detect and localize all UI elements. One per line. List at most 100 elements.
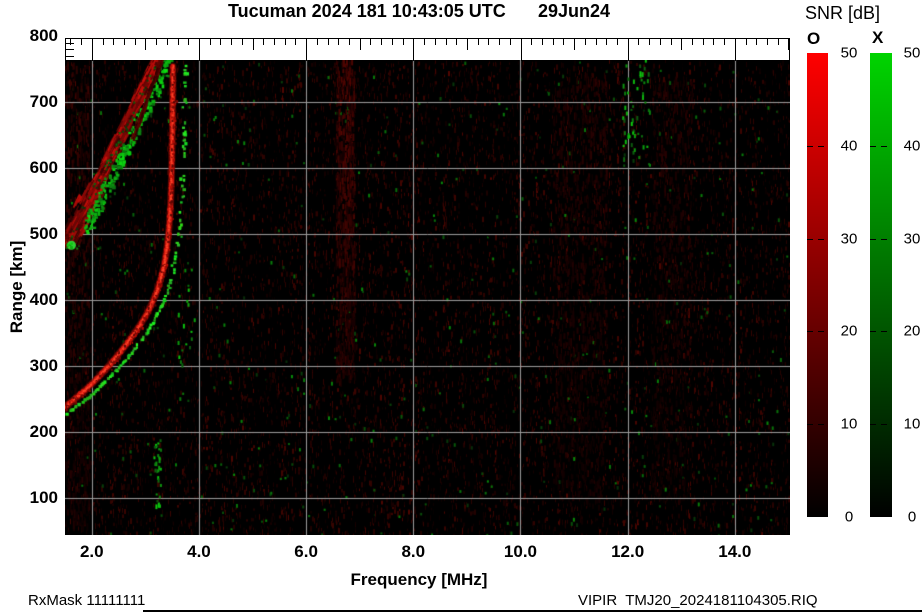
x-tick-mark [509,39,511,45]
colorbar-tick-dash [807,239,813,240]
x-tick-mark [734,39,736,61]
colorbar-tick-dash [807,424,813,425]
colorbar-x-tick-label: 40 [903,137,921,155]
x-tick-mark [713,39,715,45]
colorbar-x-tick-label: 50 [903,44,921,62]
colorbar-o-tick-label: 20 [840,322,858,340]
x-tick-mark [231,39,233,45]
x-tick-mark [145,39,147,50]
colorbar-o-tick-label: 30 [840,230,858,248]
colorbar-tick-dash [807,331,813,332]
colorbar-x-label: X [872,28,884,47]
x-tick-mark [241,39,243,45]
y-tick-label: 300 [29,356,58,375]
ionogram-canvas [65,60,790,535]
x-tick-mark [777,39,779,45]
x-tick-mark [466,39,468,50]
x-tick-mark [349,39,350,45]
colorbar-tick-dash [807,146,813,147]
colorbar-tick-dash [818,146,824,147]
x-tick-mark [156,39,158,45]
x-tick-mark [177,39,179,45]
y-tick-label: 800 [29,26,58,45]
x-tick-mark [541,39,543,45]
colorbar-tick-dash [818,424,824,425]
colorbar-x-tick-label: 30 [903,230,921,248]
colorbar-tick-dash [818,331,824,332]
x-tick-mark [456,39,458,45]
x-tick-label: 4.0 [187,542,211,561]
bottom-divider [143,610,922,612]
x-tick-label: 10.0 [503,542,538,561]
x-tick-mark [520,39,522,61]
x-tick-mark [413,39,415,61]
x-tick-label: 8.0 [401,542,426,561]
colorbar-o-tick-label: 0 [844,508,854,526]
y-tick-mark [66,49,74,51]
y-tick-label: 200 [29,422,58,441]
x-tick-mark [252,39,254,50]
plot-title: Tucuman 2024 181 10:43:05 UTC [228,1,506,21]
colorbar-x-gradient [870,53,892,517]
x-tick-mark [113,39,115,45]
x-tick-mark [199,39,200,61]
x-tick-mark [767,39,768,45]
x-tick-mark [424,39,425,45]
x-tick-label: 6.0 [294,542,318,561]
x-tick-mark [574,39,576,50]
x-tick-mark [166,39,168,45]
colorbar-tick-dash [881,331,887,332]
colorbar-tick-dash [870,424,876,425]
x-tick-mark [616,39,618,45]
x-tick-mark [659,39,661,45]
x-tick-mark [445,39,447,45]
x-tick-mark [681,39,683,50]
filename-text: VIPIR TMJ20_2024181104305.RIQ [578,592,818,609]
x-tick-mark [531,39,533,45]
x-tick-mark [359,39,361,50]
x-tick-mark [209,39,211,45]
colorbar-x-tick-label: 20 [903,322,921,340]
x-tick-mark [102,39,104,45]
ionogram-page: { "title": { "text": "Tucuman 2024 181 1… [0,0,922,614]
x-tick-mark [724,39,726,45]
plot-title-date: 29Jun24 [538,1,611,21]
colorbar-o-label: O [807,29,821,48]
x-tick-mark [338,39,340,45]
x-tick-mark [606,39,608,45]
x-tick-mark [391,39,393,45]
x-tick-mark [488,39,490,45]
x-tick-mark [756,39,758,45]
x-tick-mark [327,39,329,45]
x-tick-mark [499,39,500,45]
x-tick-label: 12.0 [611,542,645,561]
y-tick-label: 100 [29,488,58,507]
colorbar-tick-dash [870,146,876,147]
y-tick-label: 700 [29,92,58,111]
colorbar-o-tick-label: 10 [840,415,858,433]
colorbar-tick-dash [870,331,876,332]
x-tick-mark [402,39,404,45]
x-tick-mark [434,39,436,45]
x-tick-mark [284,39,286,45]
x-tick-mark [370,39,372,45]
colorbar-x-tick-label: 10 [903,415,921,433]
colorbar-o-gradient [807,53,828,517]
colorbar-x-tick-label: 0 [907,508,917,526]
x-tick-mark [595,39,597,45]
x-tick-mark [306,39,308,61]
x-tick-mark [691,39,693,45]
x-tick-mark [134,39,136,45]
x-tick-mark [263,39,265,45]
colorbar-o-tick-label: 40 [840,137,858,155]
x-tick-mark [81,39,83,45]
x-tick-mark [477,39,479,45]
x-tick-label: 14.0 [718,542,752,561]
x-tick-mark [584,39,586,45]
x-tick-mark [745,39,747,45]
colorbar-tick-dash [881,146,887,147]
x-tick-mark [381,39,383,45]
x-tick-mark [274,39,275,45]
y-tick-mark [66,42,74,44]
colorbar-tick-dash [870,239,876,240]
